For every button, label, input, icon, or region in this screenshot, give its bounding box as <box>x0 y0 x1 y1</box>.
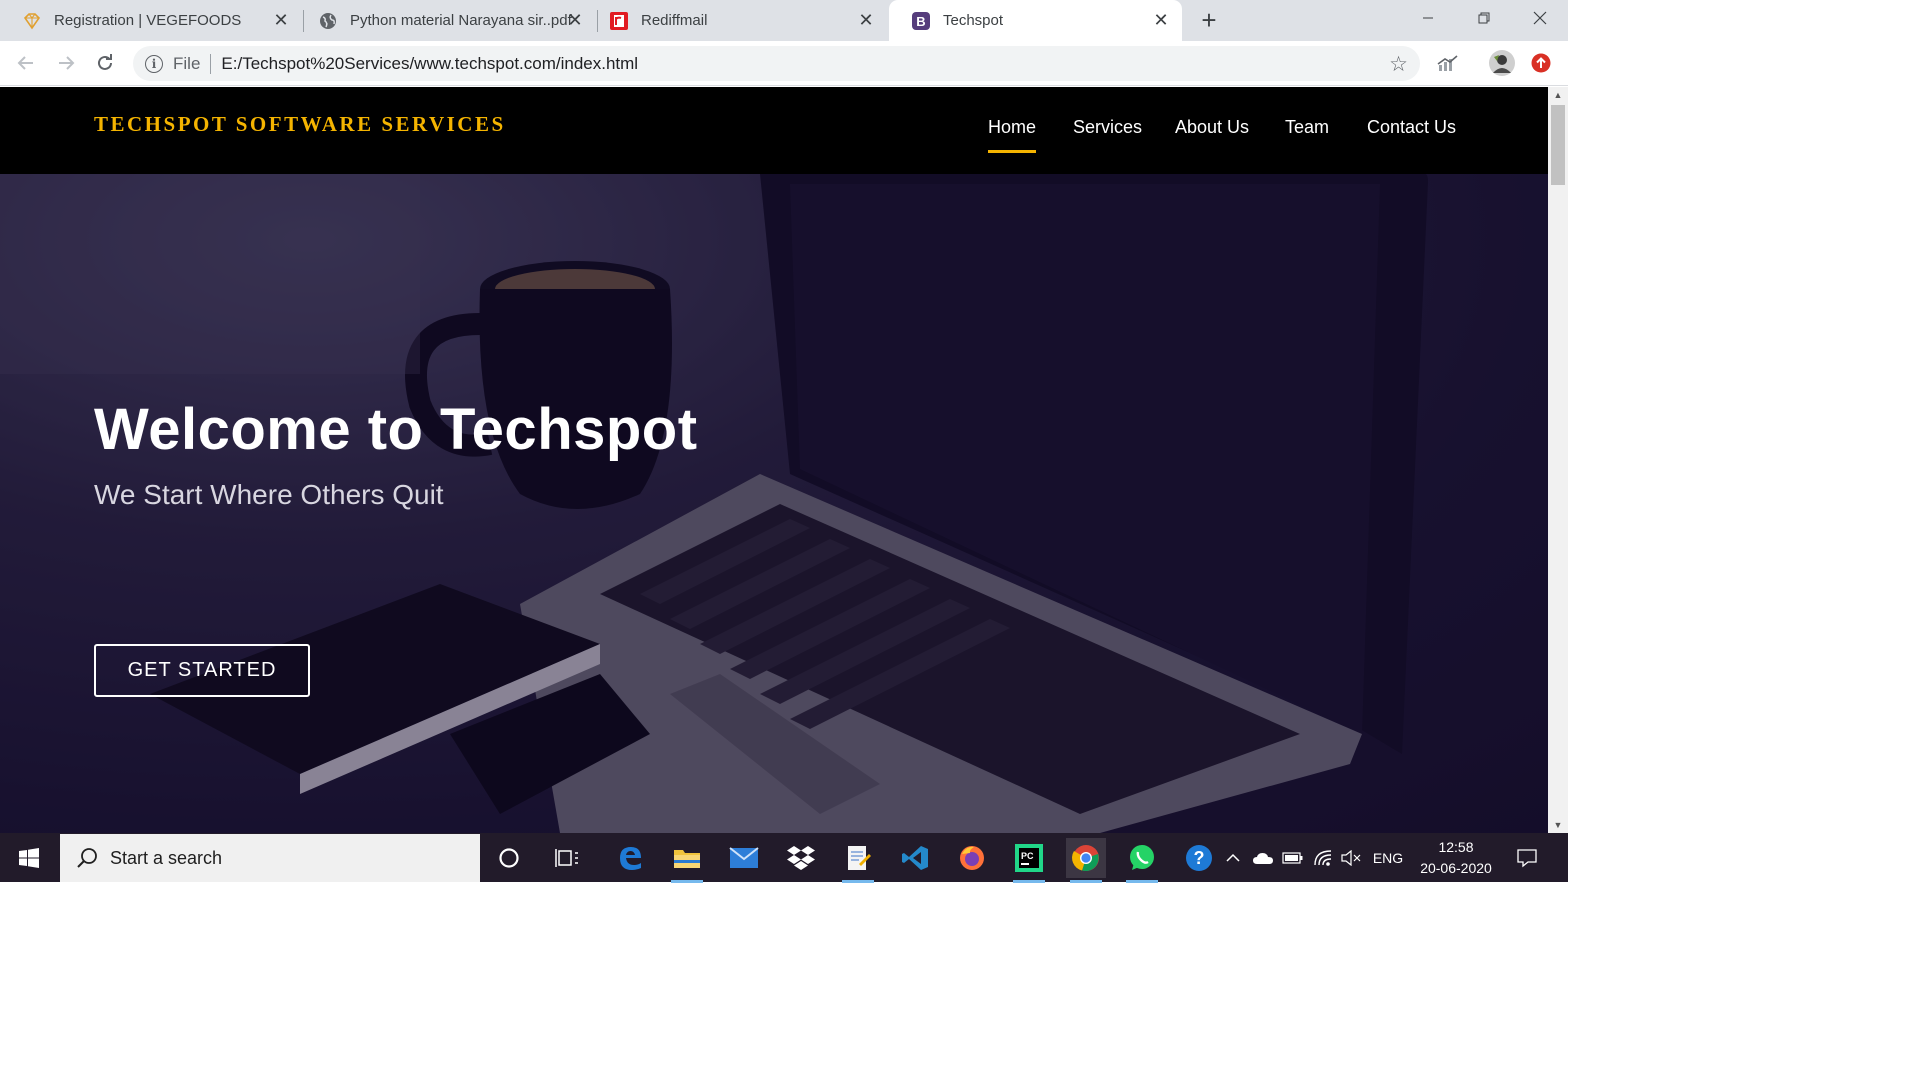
tab-title: Techspot <box>943 12 1004 29</box>
scroll-up-icon[interactable]: ▲ <box>1548 87 1568 103</box>
tab-vegefoods[interactable]: Registration | VEGEFOODS ✕ <box>0 0 302 41</box>
whatsapp-icon[interactable] <box>1122 838 1162 883</box>
back-icon[interactable] <box>14 51 38 75</box>
close-tab-icon[interactable]: ✕ <box>857 11 875 29</box>
firefox-icon[interactable] <box>952 838 992 878</box>
minimize-icon[interactable] <box>1400 0 1456 36</box>
page-viewport: TECHSPOT SOFTWARE SERVICES Home Services… <box>0 87 1548 833</box>
dropbox-icon[interactable] <box>781 838 821 878</box>
tab-python-pdf[interactable]: Python material Narayana sir..pdf ✕ <box>296 0 596 41</box>
address-bar[interactable]: i File E:/Techspot%20Services/www.techsp… <box>133 46 1420 81</box>
close-tab-icon[interactable]: ✕ <box>1152 11 1170 29</box>
extension-icon[interactable] <box>1436 52 1460 76</box>
site-brand[interactable]: TECHSPOT SOFTWARE SERVICES <box>94 112 506 137</box>
mail-icon[interactable] <box>724 838 764 878</box>
scheme-label: File <box>173 53 201 73</box>
update-icon[interactable] <box>1530 52 1552 74</box>
vscode-icon[interactable] <box>895 838 935 878</box>
new-tab-button[interactable]: + <box>1196 7 1222 34</box>
wifi-icon[interactable] <box>1310 833 1336 882</box>
svg-text:PC: PC <box>1021 851 1034 861</box>
close-tab-icon[interactable]: ✕ <box>272 11 290 29</box>
show-hidden-icons-icon[interactable] <box>1222 833 1244 882</box>
profile-avatar[interactable] <box>1488 49 1516 77</box>
tab-title: Python material Narayana sir..pdf <box>350 12 572 29</box>
nav-team[interactable]: Team <box>1285 117 1329 138</box>
site-navbar: TECHSPOT SOFTWARE SERVICES Home Services… <box>0 87 1548 174</box>
scroll-thumb[interactable] <box>1551 105 1565 185</box>
file-explorer-icon[interactable] <box>667 838 707 883</box>
notifications-icon[interactable] <box>1512 833 1542 882</box>
hero-section: Welcome to Techspot We Start Where Other… <box>0 174 1548 833</box>
nav-home[interactable]: Home <box>988 117 1037 153</box>
edge-icon[interactable] <box>610 838 650 878</box>
tab-title: Registration | VEGEFOODS <box>54 12 242 29</box>
get-started-button[interactable]: GET STARTED <box>94 644 310 697</box>
nav-services[interactable]: Services <box>1073 117 1142 138</box>
bookmark-star-icon[interactable]: ☆ <box>1389 52 1408 77</box>
notepad-icon[interactable] <box>838 838 878 883</box>
diamond-icon <box>22 11 42 31</box>
svg-text:?: ? <box>1194 848 1205 868</box>
info-icon[interactable]: i <box>145 54 163 73</box>
tab-title: Rediffmail <box>641 12 708 29</box>
globe-icon <box>318 11 338 31</box>
tab-techspot[interactable]: B Techspot ✕ <box>889 0 1182 41</box>
url-text[interactable]: E:/Techspot%20Services/www.techspot.com/… <box>221 54 638 74</box>
svg-text:B: B <box>916 14 925 29</box>
tab-rediffmail[interactable]: Rediffmail ✕ <box>587 0 887 41</box>
close-window-icon[interactable] <box>1512 0 1568 36</box>
volume-muted-icon[interactable] <box>1338 833 1364 882</box>
hero-subtitle: We Start Where Others Quit <box>94 479 444 510</box>
help-icon[interactable]: ? <box>1179 838 1219 878</box>
system-clock[interactable]: 12:58 20-06-2020 <box>1410 837 1502 879</box>
bootstrap-icon: B <box>911 11 931 31</box>
hero-title: Welcome to Techspot <box>94 397 698 462</box>
restore-icon[interactable] <box>1456 0 1512 36</box>
battery-icon[interactable] <box>1280 833 1306 882</box>
page-scrollbar[interactable]: ▲ ▼ <box>1548 87 1568 833</box>
rediff-icon <box>609 11 629 31</box>
scroll-down-icon[interactable]: ▼ <box>1548 817 1568 833</box>
search-icon <box>77 848 97 868</box>
windows-taskbar: Start a search PC ? ENG 12:58 20-06-2020 <box>0 833 1568 883</box>
chrome-icon[interactable] <box>1066 838 1106 883</box>
onedrive-icon[interactable] <box>1250 833 1276 882</box>
nav-contact-us[interactable]: Contact Us <box>1367 117 1456 138</box>
pycharm-icon[interactable]: PC <box>1009 838 1049 883</box>
close-tab-icon[interactable]: ✕ <box>566 11 584 29</box>
divider <box>210 53 212 74</box>
nav-about-us[interactable]: About Us <box>1175 117 1249 138</box>
forward-icon[interactable] <box>54 51 78 75</box>
browser-tab-strip: Registration | VEGEFOODS ✕ Python materi… <box>0 0 1568 41</box>
search-placeholder: Start a search <box>110 847 223 868</box>
windows-start-icon[interactable] <box>0 833 58 882</box>
reload-icon[interactable] <box>93 51 117 75</box>
clock-time: 12:58 <box>1438 839 1474 855</box>
language-indicator[interactable]: ENG <box>1368 833 1408 882</box>
task-view-icon[interactable] <box>547 838 587 878</box>
browser-toolbar: i File E:/Techspot%20Services/www.techsp… <box>0 41 1568 86</box>
cortana-icon[interactable] <box>489 838 529 878</box>
taskbar-search[interactable]: Start a search <box>60 834 480 882</box>
clock-date: 20-06-2020 <box>1420 860 1492 876</box>
